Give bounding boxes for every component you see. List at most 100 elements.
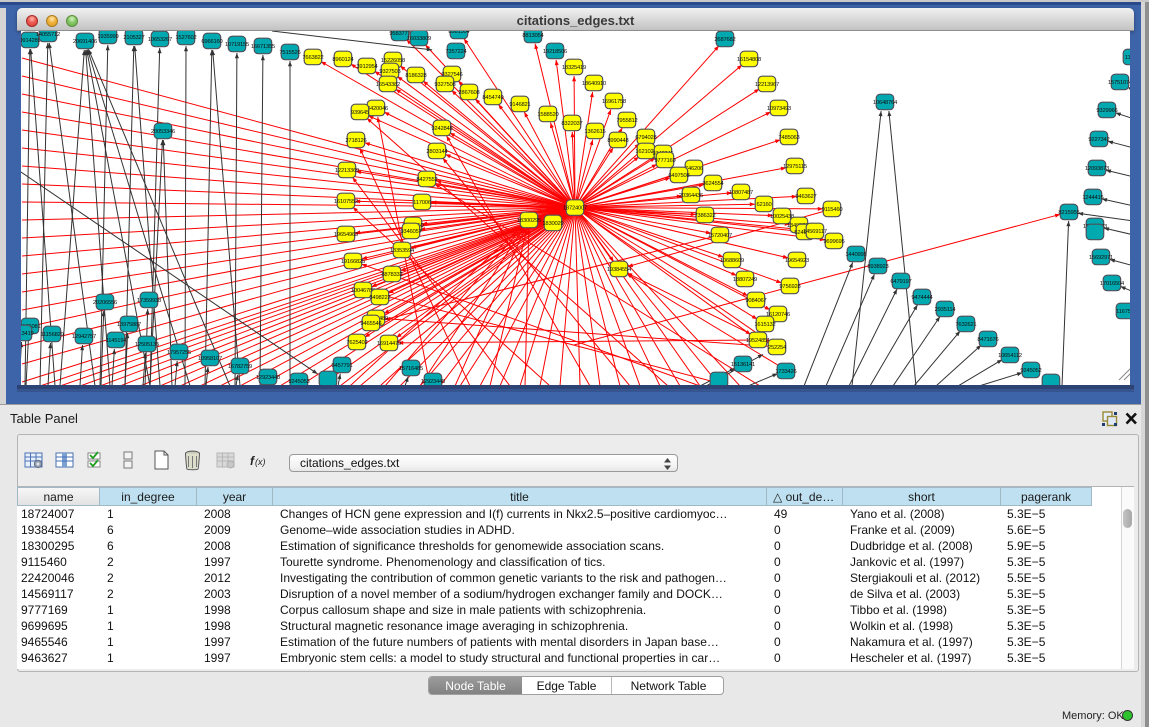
svg-text:7386322: 7386322 bbox=[694, 213, 715, 219]
svg-text:1588520: 1588520 bbox=[537, 112, 558, 118]
svg-text:9457791: 9457791 bbox=[331, 363, 352, 369]
svg-text:9084067: 9084067 bbox=[745, 298, 766, 304]
svg-text:18640910: 18640910 bbox=[582, 81, 606, 87]
svg-text:10688609: 10688609 bbox=[720, 258, 744, 264]
svg-text:9329966: 9329966 bbox=[1096, 108, 1117, 114]
svg-text:19166825: 19166825 bbox=[341, 259, 365, 265]
svg-text:11156829: 11156829 bbox=[40, 332, 63, 338]
svg-text:19218506: 19218506 bbox=[543, 49, 567, 55]
svg-text:19384554: 19384554 bbox=[607, 267, 632, 273]
svg-text:1145194: 1145194 bbox=[106, 338, 128, 344]
svg-text:18325419: 18325419 bbox=[562, 65, 586, 71]
svg-text:1527602: 1527602 bbox=[175, 35, 196, 41]
svg-text:7663822: 7663822 bbox=[302, 55, 323, 61]
svg-text:1830029: 1830029 bbox=[542, 221, 563, 227]
svg-text:9245052: 9245052 bbox=[1020, 368, 1041, 374]
svg-text:7515526: 7515526 bbox=[279, 50, 300, 56]
svg-text:1615132: 1615132 bbox=[754, 322, 775, 328]
svg-text:18807249: 18807249 bbox=[733, 277, 757, 283]
svg-text:9115460: 9115460 bbox=[822, 207, 843, 213]
svg-text:8990448: 8990448 bbox=[607, 138, 628, 144]
svg-text:14569117: 14569117 bbox=[803, 229, 827, 235]
svg-text:117006: 117006 bbox=[413, 200, 431, 206]
svg-text:9465546: 9465546 bbox=[360, 321, 381, 327]
svg-text:6966160: 6966160 bbox=[201, 39, 222, 45]
svg-text:2935114: 2935114 bbox=[935, 307, 957, 313]
svg-text:12505135: 12505135 bbox=[135, 342, 159, 348]
svg-text:1244415: 1244415 bbox=[1082, 195, 1103, 201]
svg-text:10958107: 10958107 bbox=[198, 356, 222, 362]
svg-text:17359938: 17359938 bbox=[137, 298, 161, 304]
svg-text:11170: 11170 bbox=[1125, 55, 1130, 61]
svg-text:15720407: 15720407 bbox=[708, 233, 732, 239]
svg-text:3624554: 3624554 bbox=[702, 181, 724, 187]
svg-text:18724007: 18724007 bbox=[563, 206, 587, 212]
svg-text:9474444: 9474444 bbox=[911, 295, 933, 301]
svg-text:12923448: 12923448 bbox=[256, 375, 280, 381]
svg-text:8581304: 8581304 bbox=[448, 31, 470, 35]
svg-text:10648764: 10648764 bbox=[873, 100, 898, 106]
svg-text:7357224: 7357224 bbox=[445, 49, 467, 55]
svg-text:2105327: 2105327 bbox=[123, 35, 144, 41]
svg-text:10807487: 10807487 bbox=[729, 190, 753, 196]
svg-text:8960124: 8960124 bbox=[332, 57, 354, 63]
svg-text:9327508: 9327508 bbox=[434, 82, 455, 88]
svg-text:8322037: 8322037 bbox=[561, 121, 582, 127]
svg-text:(x): (x) bbox=[255, 457, 266, 467]
svg-text:8215955: 8215955 bbox=[1058, 210, 1079, 216]
svg-text:10653267: 10653267 bbox=[148, 37, 172, 43]
svg-text:8454749: 8454749 bbox=[482, 95, 503, 101]
svg-text:939645: 939645 bbox=[351, 110, 369, 116]
svg-text:2718126: 2718126 bbox=[345, 138, 366, 144]
svg-text:16961758: 16961758 bbox=[602, 99, 626, 105]
svg-text:12213967: 12213967 bbox=[755, 82, 779, 88]
svg-text:3913419: 3913419 bbox=[21, 331, 34, 337]
svg-text:9227342: 9227342 bbox=[1088, 137, 1109, 143]
svg-text:20364436: 20364436 bbox=[679, 193, 703, 199]
svg-text:9327503: 9327503 bbox=[379, 69, 400, 75]
svg-text:16107552: 16107552 bbox=[334, 199, 358, 205]
svg-text:12975115: 12975115 bbox=[783, 164, 807, 170]
svg-text:1935999: 1935999 bbox=[97, 34, 118, 40]
svg-text:13975887: 13975887 bbox=[117, 322, 141, 328]
svg-text:116753: 116753 bbox=[1116, 309, 1130, 315]
svg-text:12213369: 12213369 bbox=[335, 168, 359, 174]
svg-text:62160: 62160 bbox=[756, 202, 771, 208]
svg-text:8186328: 8186328 bbox=[405, 73, 426, 79]
svg-text:10973493: 10973493 bbox=[767, 106, 791, 112]
svg-text:20206556: 20206556 bbox=[93, 300, 117, 306]
svg-text:15692971: 15692971 bbox=[1089, 255, 1113, 261]
svg-text:16782759: 16782759 bbox=[228, 364, 252, 370]
svg-text:7632621: 7632621 bbox=[955, 322, 976, 328]
svg-text:6794028: 6794028 bbox=[635, 135, 656, 141]
svg-text:10719155: 10719155 bbox=[225, 42, 249, 48]
svg-text:18300295: 18300295 bbox=[517, 218, 541, 224]
svg-text:8427552: 8427552 bbox=[416, 177, 437, 183]
svg-text:16154808: 16154808 bbox=[737, 57, 761, 63]
svg-text:15716485: 15716485 bbox=[399, 366, 423, 372]
svg-text:19524851: 19524851 bbox=[746, 338, 770, 344]
svg-text:15751074: 15751074 bbox=[1108, 80, 1130, 86]
svg-text:17016504: 17016504 bbox=[1100, 281, 1125, 287]
svg-text:252254: 252254 bbox=[768, 345, 787, 351]
svg-text:2803144: 2803144 bbox=[426, 149, 448, 155]
svg-text:13353594: 13353594 bbox=[390, 248, 415, 254]
svg-text:8813054: 8813054 bbox=[522, 33, 544, 39]
svg-text:14055712: 14055712 bbox=[36, 32, 60, 38]
svg-text:12093873: 12093873 bbox=[1085, 166, 1109, 172]
svg-text:3498222: 3498222 bbox=[369, 295, 390, 301]
svg-text:2867608: 2867608 bbox=[458, 90, 479, 96]
svg-text:9777169: 9777169 bbox=[654, 158, 675, 164]
svg-text:9245053: 9245053 bbox=[288, 379, 309, 385]
svg-text:19654923: 19654923 bbox=[785, 258, 809, 264]
svg-text:20691406: 20691406 bbox=[73, 39, 97, 45]
svg-text:9463627: 9463627 bbox=[795, 194, 816, 200]
svg-text:16671355: 16671355 bbox=[251, 44, 275, 50]
svg-text:9756928: 9756928 bbox=[779, 284, 800, 290]
svg-text:1362615: 1362615 bbox=[584, 129, 605, 135]
svg-text:9146821: 9146821 bbox=[509, 102, 530, 108]
svg-text:12942757: 12942757 bbox=[72, 334, 96, 340]
svg-text:1733426: 1733426 bbox=[775, 369, 796, 375]
svg-text:6479197: 6479197 bbox=[890, 279, 911, 285]
svg-text:7625402: 7625402 bbox=[346, 340, 367, 346]
